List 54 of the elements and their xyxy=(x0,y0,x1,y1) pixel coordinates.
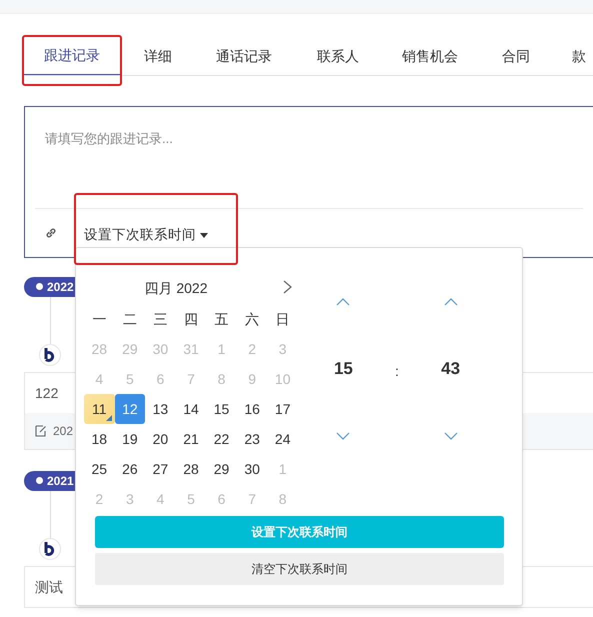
calendar-day[interactable]: 27 xyxy=(145,454,176,484)
weekday-label: 六 xyxy=(244,310,260,328)
calendar-day[interactable]: 14 xyxy=(176,394,206,424)
calendar-day[interactable]: 16 xyxy=(236,394,268,424)
time-separator: : xyxy=(394,362,400,381)
calendar-day[interactable]: 22 xyxy=(206,424,237,454)
month-title: 四月 2022 xyxy=(144,278,208,298)
follow-up-textarea[interactable]: 请填写您的跟进记录... xyxy=(35,107,583,209)
calendar-day[interactable]: 24 xyxy=(267,424,298,454)
record-content: 122 xyxy=(35,384,58,402)
weekday-label: 三 xyxy=(152,310,168,328)
calendar-day[interactable]: 25 xyxy=(84,454,115,484)
tab[interactable]: 通话记录 xyxy=(196,36,292,75)
next-month-icon[interactable] xyxy=(283,280,292,294)
weekday-label: 四 xyxy=(182,310,199,328)
minute-value[interactable]: 43 xyxy=(441,356,460,382)
badge-text: 2022 xyxy=(47,278,74,296)
next-contact-dropdown[interactable]: 设置下次联系时间 xyxy=(84,224,208,246)
edit-icon xyxy=(35,425,47,437)
calendar-day[interactable]: 20 xyxy=(145,424,176,454)
weekday-label: 二 xyxy=(122,310,138,328)
calendar-day[interactable]: 17 xyxy=(267,394,298,424)
minute-down-icon[interactable] xyxy=(444,432,458,440)
caret-icon xyxy=(200,232,208,238)
calendar-day[interactable]: 21 xyxy=(176,424,206,454)
tab[interactable]: 详细 xyxy=(120,36,196,75)
tab[interactable]: 合同 xyxy=(476,36,556,75)
weekday-label: 五 xyxy=(214,310,230,328)
weekday-label: 日 xyxy=(274,310,291,328)
clear-time-button[interactable]: 清空下次联系时间 xyxy=(95,553,504,585)
calendar-day[interactable]: 11 xyxy=(84,394,115,424)
record-content: 测试 xyxy=(35,578,63,596)
today-marker-icon xyxy=(106,415,112,421)
calendar-day[interactable]: 28 xyxy=(176,454,206,484)
minute-up-icon[interactable] xyxy=(444,298,458,306)
weekday-label: 一 xyxy=(91,310,108,328)
hour-down-icon[interactable] xyxy=(336,432,350,440)
tab[interactable]: 销售机会 xyxy=(384,36,476,75)
tab[interactable]: 款 xyxy=(556,36,593,75)
link-icon[interactable] xyxy=(45,227,57,239)
calendar-day[interactable]: 29 xyxy=(206,454,237,484)
calendar-day[interactable]: 13 xyxy=(145,394,176,424)
hour-up-icon[interactable] xyxy=(336,298,350,306)
calendar-day[interactable]: 15 xyxy=(206,394,237,424)
calendar-day[interactable]: 26 xyxy=(114,454,146,484)
calendar-day[interactable]: 23 xyxy=(236,424,268,454)
tab[interactable]: 联系人 xyxy=(292,36,384,75)
calendar-day[interactable]: 18 xyxy=(84,424,115,454)
calendar-day[interactable]: 30 xyxy=(236,454,268,484)
badge-text: 2021 xyxy=(47,472,74,490)
tab[interactable]: 跟进记录 xyxy=(24,36,120,75)
record-date: 202 xyxy=(53,423,74,440)
hour-value[interactable]: 15 xyxy=(334,356,353,382)
calendar-day[interactable]: 19 xyxy=(114,424,146,454)
